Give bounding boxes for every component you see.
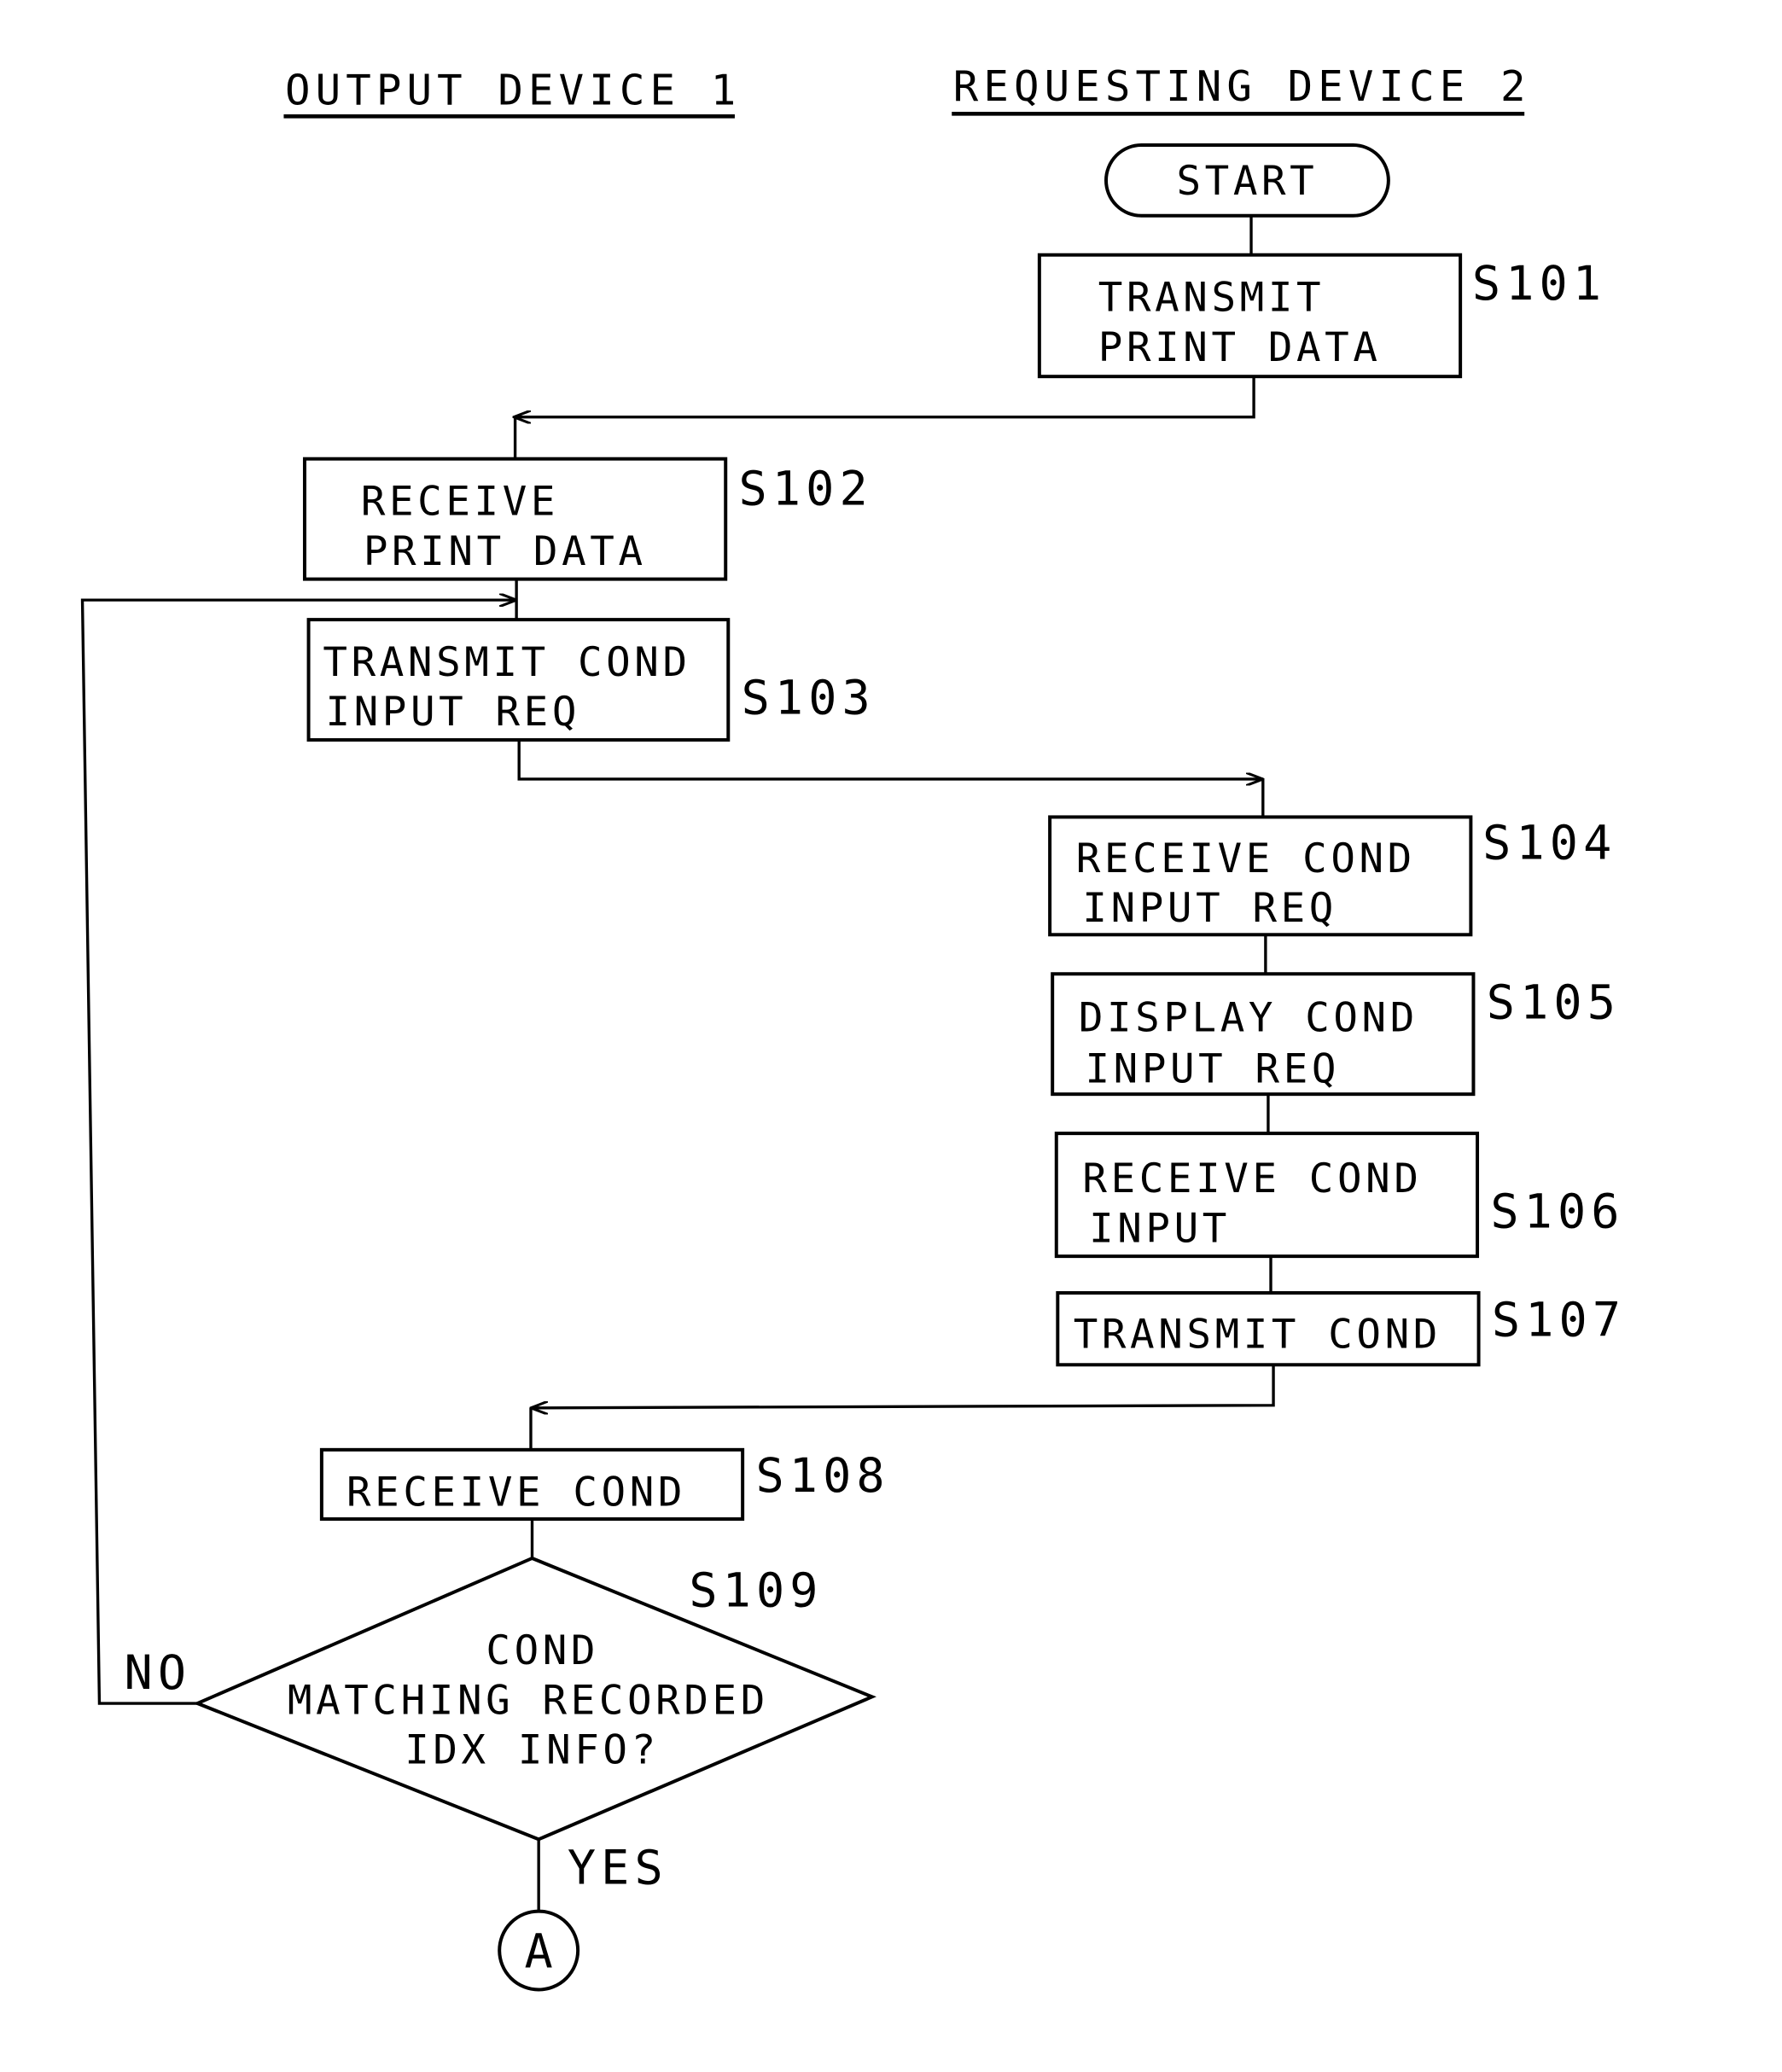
step-text-s103-line2: INPUT REQ xyxy=(325,689,580,736)
step-id-s106: S106 xyxy=(1490,1184,1624,1239)
step-text-s105-line2: INPUT REQ xyxy=(1085,1045,1340,1092)
step-text-s108-line1: RECEIVE COND xyxy=(346,1470,686,1516)
step-text-s103-line1: TRANSMIT COND xyxy=(323,639,690,686)
step-text-s104-line2: INPUT REQ xyxy=(1082,885,1337,932)
step-text-s102-line1: RECEIVE xyxy=(361,479,559,526)
lane-header-output-device: OUTPUT DEVICE 1 xyxy=(285,67,741,115)
decision-yes-label: YES xyxy=(568,1841,668,1895)
step-id-s103: S103 xyxy=(742,671,876,725)
arrow-s103-to-s104 xyxy=(517,740,1263,779)
step-text-s106-line1: RECEIVE COND xyxy=(1082,1155,1422,1202)
start-label: START xyxy=(1176,158,1318,205)
step-text-s101-line1: TRANSMIT xyxy=(1098,275,1325,322)
decision-text-line1: COND xyxy=(486,1627,599,1674)
step-text-s107-line1: TRANSMIT COND xyxy=(1074,1311,1441,1358)
step-text-s102-line2: PRINT DATA xyxy=(364,528,647,575)
step-id-s108: S108 xyxy=(755,1449,889,1504)
step-id-s104: S104 xyxy=(1482,816,1616,870)
lane-header-requesting-device: REQUESTING DEVICE 2 xyxy=(953,62,1531,111)
step-id-s107: S107 xyxy=(1492,1294,1626,1348)
arrow-no-loop-to-s103 xyxy=(80,600,517,1705)
arrow-s101-to-s102 xyxy=(514,376,1255,416)
step-text-s104-line1: RECEIVE COND xyxy=(1076,835,1416,882)
decision-id-s109: S109 xyxy=(689,1564,823,1619)
decision-text-line2: MATCHING RECORDED xyxy=(288,1677,769,1724)
offpage-connector-label: A xyxy=(525,1924,553,1979)
step-text-s105-line1: DISPLAY COND xyxy=(1079,995,1418,1042)
decision-no-label: NO xyxy=(125,1646,192,1701)
step-text-s106-line2: INPUT xyxy=(1089,1205,1231,1252)
step-text-s101-line2: PRINT DATA xyxy=(1098,324,1382,371)
step-id-s105: S105 xyxy=(1487,975,1621,1030)
step-id-s102: S102 xyxy=(739,462,873,516)
decision-text-line3: IDX INFO? xyxy=(405,1726,660,1773)
arrow-s107-to-s108 xyxy=(531,1365,1275,1408)
step-id-s101: S101 xyxy=(1472,257,1606,311)
flowchart: OUTPUT DEVICE 1 REQUESTING DEVICE 2 STAR… xyxy=(80,62,1626,1992)
